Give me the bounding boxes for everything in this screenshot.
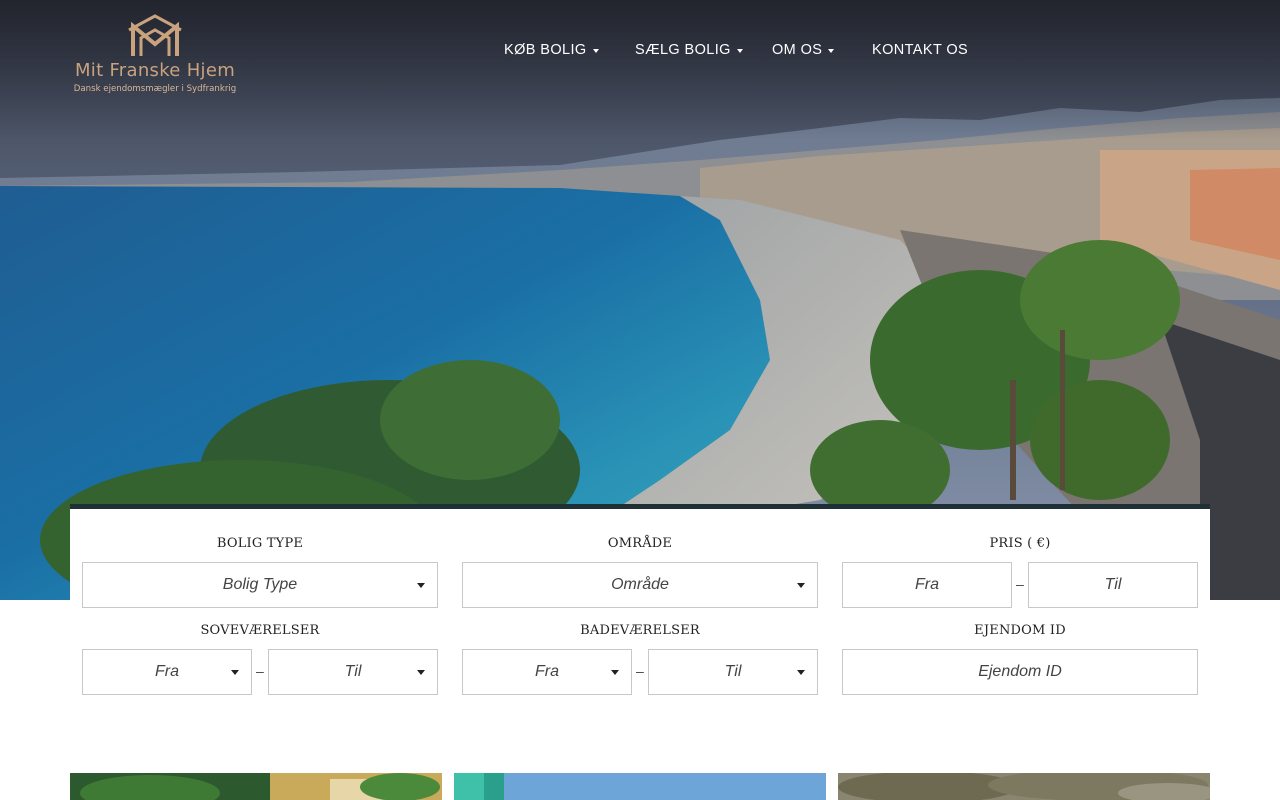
property-type-value: Bolig Type <box>222 576 298 593</box>
nav-item-label: OM OS <box>772 42 823 58</box>
area-value: Område <box>611 576 669 593</box>
bathrooms-to-value: Til <box>724 663 742 680</box>
property-id-label: EJENDOM ID <box>974 623 1066 638</box>
caret-down-icon <box>592 48 599 53</box>
nav-item-label: KØB BOLIG <box>504 42 587 58</box>
listing-photo <box>454 773 826 800</box>
caret-down-icon <box>828 48 835 53</box>
property-type-select[interactable]: Bolig Type <box>82 562 438 608</box>
property-id-placeholder: Ejendom ID <box>978 663 1062 680</box>
logo-tagline: Dansk ejendomsmægler i Sydfrankrig <box>73 84 237 94</box>
bedrooms-range-separator: – <box>256 663 264 679</box>
logo-brand-name: Mit Franske Hjem <box>74 60 236 81</box>
bedrooms-to-value: Til <box>344 663 362 680</box>
price-to-placeholder: Til <box>1104 576 1122 593</box>
dropdown-arrow-icon <box>231 670 239 675</box>
price-from-input[interactable]: Fra <box>842 562 1012 608</box>
bedrooms-to-select[interactable]: Til <box>268 649 438 695</box>
price-to-input[interactable]: Til <box>1028 562 1198 608</box>
nav-item-buy[interactable]: KØB BOLIG <box>504 42 599 58</box>
nav-item-sell[interactable]: SÆLG BOLIG <box>635 42 743 58</box>
listing-photo <box>70 773 442 800</box>
nav-item-contact[interactable]: KONTAKT OS <box>872 42 968 58</box>
dropdown-arrow-icon <box>797 583 805 588</box>
bathrooms-label: BADEVÆRELSER <box>580 623 700 638</box>
bedrooms-label: SOVEVÆRELSER <box>200 623 320 638</box>
dropdown-arrow-icon <box>611 670 619 675</box>
bedrooms-from-select[interactable]: Fra <box>82 649 252 695</box>
dropdown-arrow-icon <box>797 670 805 675</box>
main-navigation: KØB BOLIG SÆLG BOLIG OM OS KONTAKT OS <box>0 42 1280 62</box>
bathrooms-from-select[interactable]: Fra <box>462 649 632 695</box>
bedrooms-from-value: Fra <box>155 663 179 680</box>
price-range-separator: – <box>1016 576 1024 592</box>
dropdown-arrow-icon <box>417 583 425 588</box>
bathrooms-to-select[interactable]: Til <box>648 649 818 695</box>
listing-card-image[interactable] <box>70 773 442 800</box>
bathrooms-from-value: Fra <box>535 663 559 680</box>
property-type-label: BOLIG TYPE <box>216 536 304 551</box>
price-from-placeholder: Fra <box>915 576 939 593</box>
bathrooms-range-separator: – <box>636 663 644 679</box>
area-select[interactable]: Område <box>462 562 818 608</box>
area-label: OMRÅDE <box>607 536 673 551</box>
nav-item-about[interactable]: OM OS <box>772 42 835 58</box>
listing-card-image[interactable] <box>838 773 1210 800</box>
property-id-input[interactable]: Ejendom ID <box>842 649 1198 695</box>
nav-item-label: KONTAKT OS <box>872 42 969 58</box>
nav-item-label: SÆLG BOLIG <box>635 42 731 58</box>
dropdown-arrow-icon <box>417 670 425 675</box>
price-label: PRIS ( €) <box>989 536 1051 551</box>
listing-card-image[interactable] <box>454 773 826 800</box>
listing-photo <box>838 773 1210 800</box>
property-search-panel: BOLIG TYPE OMRÅDE PRIS ( €) Bolig Type O… <box>70 504 1210 720</box>
caret-down-icon <box>736 48 743 53</box>
